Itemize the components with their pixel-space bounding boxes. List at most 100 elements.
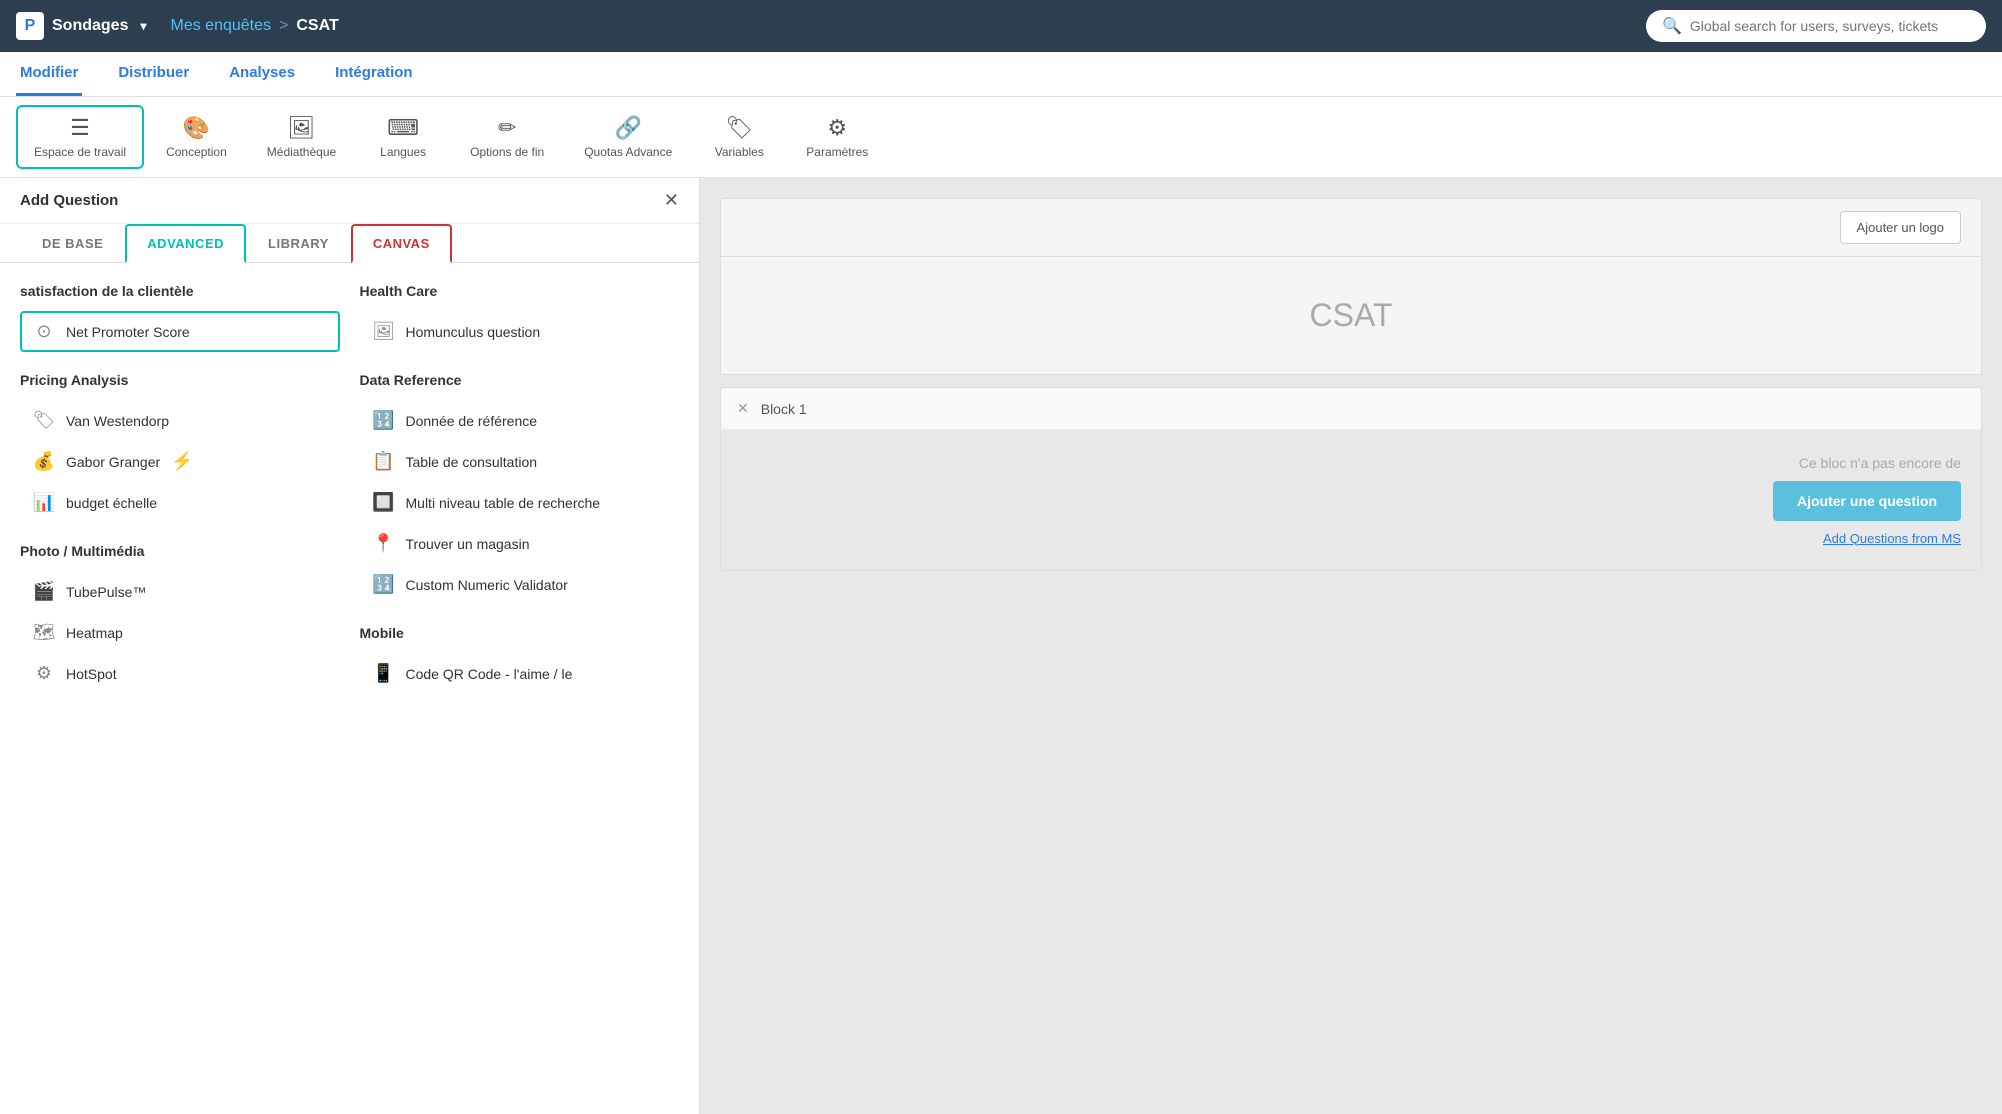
heatmap-label: Heatmap: [66, 625, 123, 641]
section-title-data-ref: Data Reference: [360, 372, 680, 388]
multi-label: Multi niveau table de recherche: [406, 495, 601, 511]
item-qr-code[interactable]: 📱 Code QR Code - l'aime / le: [360, 653, 680, 694]
tube-icon: 🎬: [32, 581, 56, 602]
breadcrumb: Mes enquêtes > CSAT: [171, 17, 339, 35]
subnav-distribuer[interactable]: Distribuer: [114, 52, 193, 96]
toolbar: ☰ Espace de travail 🎨 Conception 🖼 Média…: [0, 97, 2002, 178]
toolbar-espace-de-travail[interactable]: ☰ Espace de travail: [16, 105, 144, 169]
van-label: Van Westendorp: [66, 413, 169, 429]
breadcrumb-current: CSAT: [296, 17, 338, 35]
item-budget-echelle[interactable]: 📊 budget échelle: [20, 482, 340, 523]
toolbar-mediatheque[interactable]: 🖼 Médiathèque: [249, 105, 354, 169]
item-homunculus[interactable]: 🖼 Homunculus question: [360, 311, 680, 352]
gabor-icon: 💰: [32, 451, 56, 472]
toolbar-quotas[interactable]: 🔗 Quotas Advance: [566, 105, 690, 169]
toolbar-variables[interactable]: 🏷 Variables: [694, 105, 784, 169]
search-input[interactable]: [1690, 18, 1970, 34]
global-search[interactable]: 🔍: [1646, 10, 1986, 42]
tube-label: TubePulse™: [66, 584, 146, 600]
add-question-button[interactable]: Ajouter une question: [1773, 481, 1961, 521]
section-title-satisfaction: satisfaction de la clientèle: [20, 283, 340, 299]
section-mobile: Mobile 📱 Code QR Code - l'aime / le: [360, 625, 680, 694]
block-body: Ce bloc n'a pas encore de Ajouter une qu…: [721, 430, 1981, 570]
language-icon: ⌨: [387, 115, 419, 141]
app-logo[interactable]: P Sondages ▾: [16, 12, 147, 40]
budget-label: budget échelle: [66, 495, 157, 511]
survey-header-bar: Ajouter un logo: [720, 198, 1982, 257]
subnav-analyses[interactable]: Analyses: [225, 52, 299, 96]
homunculus-icon: 🖼: [372, 321, 396, 342]
tab-advanced[interactable]: ADVANCED: [125, 224, 246, 263]
item-multi-niveau[interactable]: 🔲 Multi niveau table de recherche: [360, 482, 680, 523]
settings-icon: ⚙: [827, 115, 847, 141]
add-question-tabs: DE BASE ADVANCED LIBRARY CANVAS: [0, 224, 699, 263]
left-column: satisfaction de la clientèle ⊙ Net Promo…: [20, 283, 340, 714]
homunculus-label: Homunculus question: [406, 324, 541, 340]
gabor-badge: ⚡: [170, 451, 194, 472]
media-icon: 🖼: [288, 115, 316, 141]
toolbar-label-conception: Conception: [166, 145, 227, 159]
nps-label: Net Promoter Score: [66, 324, 190, 340]
add-question-header: Add Question ✕: [0, 178, 699, 224]
add-question-title: Add Question: [20, 192, 118, 209]
block-title: Block 1: [761, 401, 807, 417]
toolbar-label-parametres: Paramètres: [806, 145, 868, 159]
design-icon: 🎨: [183, 115, 210, 141]
add-from-ms-link[interactable]: Add Questions from MS: [1823, 531, 1961, 546]
toolbar-options-fin[interactable]: ✏ Options de fin: [452, 105, 562, 169]
tab-canvas[interactable]: CANVAS: [351, 224, 452, 263]
item-custom-numeric[interactable]: 🔢 Custom Numeric Validator: [360, 564, 680, 605]
block-empty-message: Ce bloc n'a pas encore de: [1799, 455, 1961, 471]
donnee-label: Donnée de référence: [406, 413, 538, 429]
item-hotspot[interactable]: ⚙ HotSpot: [20, 653, 340, 694]
section-satisfaction: satisfaction de la clientèle ⊙ Net Promo…: [20, 283, 340, 352]
toolbar-parametres[interactable]: ⚙ Paramètres: [788, 105, 886, 169]
qr-icon: 📱: [372, 663, 396, 684]
add-question-panel: Add Question ✕ DE BASE ADVANCED LIBRARY …: [0, 178, 700, 1114]
item-heatmap[interactable]: 🗺 Heatmap: [20, 612, 340, 653]
quotas-icon: 🔗: [615, 115, 642, 141]
right-column: Health Care 🖼 Homunculus question Data R…: [360, 283, 680, 714]
toolbar-label-workspace: Espace de travail: [34, 145, 126, 159]
add-question-content: satisfaction de la clientèle ⊙ Net Promo…: [0, 263, 699, 734]
magasin-label: Trouver un magasin: [406, 536, 530, 552]
main-area: Add Question ✕ DE BASE ADVANCED LIBRARY …: [0, 178, 2002, 1114]
toolbar-label-quotas: Quotas Advance: [584, 145, 672, 159]
section-data-reference: Data Reference 🔢 Donnée de référence 📋 T…: [360, 372, 680, 605]
toolbar-label-variables: Variables: [715, 145, 764, 159]
item-trouver-magasin[interactable]: 📍 Trouver un magasin: [360, 523, 680, 564]
block-header: ✕ Block 1: [721, 388, 1981, 430]
donnee-icon: 🔢: [372, 410, 396, 431]
multi-icon: 🔲: [372, 492, 396, 513]
toolbar-label-langues: Langues: [380, 145, 426, 159]
toolbar-label-mediatheque: Médiathèque: [267, 145, 336, 159]
numeric-label: Custom Numeric Validator: [406, 577, 568, 593]
item-table-consultation[interactable]: 📋 Table de consultation: [360, 441, 680, 482]
block-collapse-icon[interactable]: ✕: [737, 400, 749, 417]
toolbar-conception[interactable]: 🎨 Conception: [148, 105, 245, 169]
toolbar-langues[interactable]: ⌨ Langues: [358, 105, 448, 169]
add-logo-button[interactable]: Ajouter un logo: [1840, 211, 1961, 244]
gabor-label: Gabor Granger: [66, 454, 160, 470]
numeric-icon: 🔢: [372, 574, 396, 595]
item-gabor-granger[interactable]: 💰 Gabor Granger ⚡: [20, 441, 340, 482]
item-net-promoter-score[interactable]: ⊙ Net Promoter Score: [20, 311, 340, 352]
subnav-integration[interactable]: Intégration: [331, 52, 417, 96]
van-icon: 🏷: [32, 410, 56, 431]
app-dropdown-arrow[interactable]: ▾: [140, 19, 146, 33]
app-name: Sondages: [52, 17, 128, 35]
qr-label: Code QR Code - l'aime / le: [406, 666, 573, 682]
tab-library[interactable]: LIBRARY: [246, 224, 351, 263]
workspace-icon: ☰: [70, 115, 90, 141]
item-van-westendorp[interactable]: 🏷 Van Westendorp: [20, 400, 340, 441]
item-donnee-reference[interactable]: 🔢 Donnée de référence: [360, 400, 680, 441]
block-container: ✕ Block 1 Ce bloc n'a pas encore de Ajou…: [720, 387, 1982, 571]
close-button[interactable]: ✕: [664, 190, 679, 211]
breadcrumb-parent[interactable]: Mes enquêtes: [171, 17, 272, 35]
hotspot-icon: ⚙: [32, 663, 56, 684]
survey-title: CSAT: [741, 297, 1961, 334]
item-tubepulse[interactable]: 🎬 TubePulse™: [20, 571, 340, 612]
tab-de-base[interactable]: DE BASE: [20, 224, 125, 263]
subnav-modifier[interactable]: Modifier: [16, 52, 82, 96]
survey-title-area: CSAT: [720, 257, 1982, 375]
